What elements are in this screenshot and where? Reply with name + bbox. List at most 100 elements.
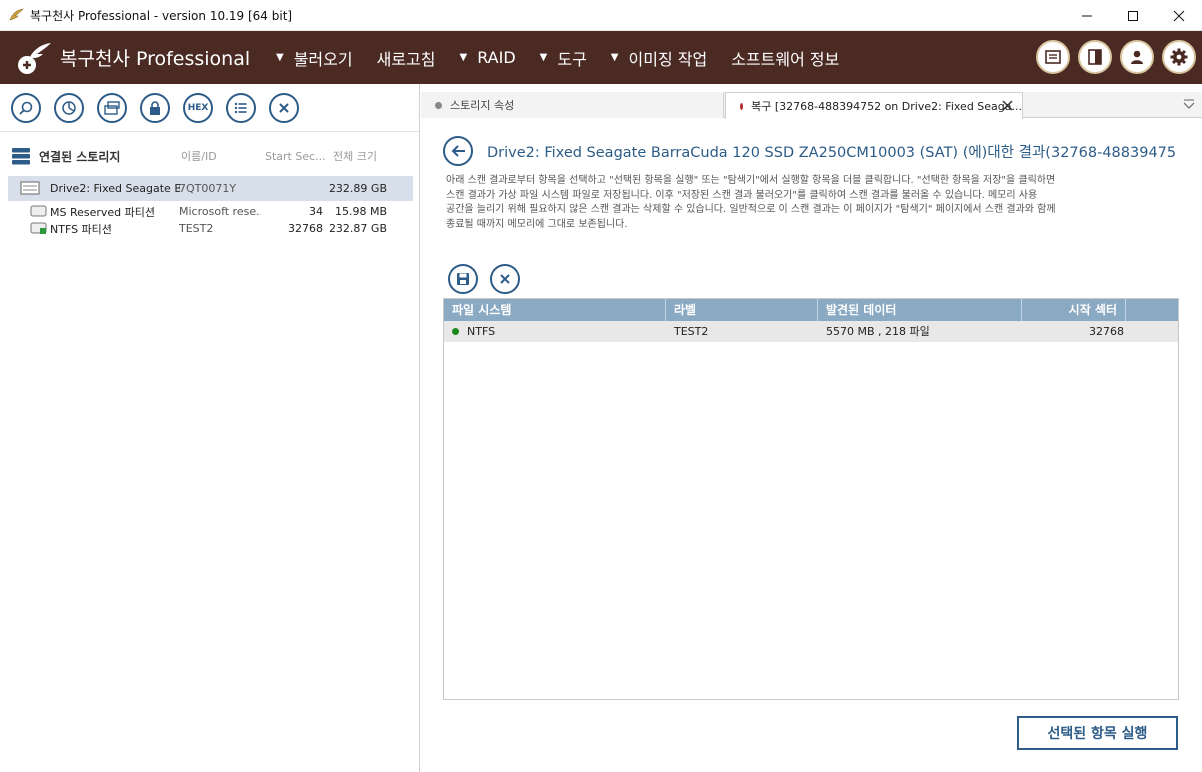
delete-results-button[interactable]: [490, 264, 520, 294]
close-storage-button[interactable]: [269, 92, 299, 123]
partition-size: 232.87 GB: [328, 222, 387, 235]
save-icon: [457, 273, 469, 285]
lock-button[interactable]: [140, 92, 170, 123]
tab-storage-properties[interactable]: 스토리지 속성: [421, 92, 724, 118]
column-header-start[interactable]: Start Sec...: [265, 150, 333, 163]
menu-raid[interactable]: ▼ RAID: [459, 48, 515, 67]
tab-close-icon[interactable]: [1001, 99, 1014, 112]
pie-chart-icon: [62, 100, 76, 115]
storage-list-header: 연결된 스토리지 이름/ID Start Sec... 전체 크기: [11, 146, 411, 166]
partition-name: MS Reserved 파티션: [50, 205, 156, 219]
window-controls: [1064, 0, 1202, 31]
brand: 복구천사 Professional: [14, 39, 276, 77]
result-actions: [448, 264, 532, 294]
layout-icon: [1088, 49, 1102, 65]
menu-tools-label: 도구: [557, 49, 587, 69]
menu-open[interactable]: ▼ 불러오기: [276, 46, 353, 70]
run-selected-button[interactable]: 선택된 항목 실행: [1017, 716, 1178, 750]
brand-logo-icon: [18, 42, 51, 74]
device-size: 232.89 GB: [328, 182, 387, 195]
results-table: 파일 시스템 라벨 발견된 데이터 시작 섹터 NTFS TEST2 5570 …: [443, 298, 1179, 700]
tab-bar: 스토리지 속성 복구 [32768-488394752 on Drive2: F…: [421, 92, 1202, 119]
tab-recovery[interactable]: 복구 [32768-488394752 on Drive2: Fixed Sea…: [725, 92, 1023, 119]
menu-open-label: 불러오기: [293, 49, 353, 69]
app-wing-icon: [9, 8, 24, 21]
user-button[interactable]: [1120, 40, 1154, 74]
partition-icon: [30, 205, 47, 217]
main-menu: ▼ 불러오기 새로고침 ▼ RAID ▼ 도구 ▼ 이미징 작업 소프트웨어 정보: [276, 46, 863, 70]
status-dot-icon: [452, 328, 459, 335]
menu-tools[interactable]: ▼ 도구: [540, 46, 587, 70]
result-title: Drive2: Fixed Seagate BarraCuda 120 SSD …: [487, 144, 1177, 161]
settings-button[interactable]: [1162, 40, 1196, 74]
maximize-icon: [1128, 10, 1138, 21]
table-row[interactable]: NTFS TEST2 5570 MB , 218 파일 32768: [444, 321, 1178, 342]
minimize-icon: [1082, 15, 1092, 16]
device-name: Drive2: Fixed Seagate B...: [50, 182, 180, 195]
close-icon: [500, 274, 510, 284]
layout-button[interactable]: [1078, 40, 1112, 74]
partition-row[interactable]: MS Reserved 파티션 Microsoft rese... 34 15.…: [8, 203, 413, 220]
partition-start: 32768: [288, 222, 323, 235]
cell-label: TEST2: [674, 325, 709, 338]
save-results-button[interactable]: [448, 264, 478, 294]
description-line: 종료될 때까지 메모리에 그대로 보존됩니다.: [446, 218, 628, 230]
menu-imaging[interactable]: ▼ 이미징 작업: [611, 46, 707, 70]
partition-id: TEST2: [179, 222, 214, 235]
storage-panel: HEX 연결된 스토리지 이름/ID Start Sec... 전체 크기 Dr…: [0, 84, 420, 772]
filesystem-value: NTFS: [467, 325, 496, 338]
tab-status-dot: [740, 102, 744, 110]
settings-icon: [1170, 48, 1188, 66]
menu-imaging-label: 이미징 작업: [628, 49, 708, 69]
disk-image-button[interactable]: [97, 92, 127, 123]
description-line: 스캔 결과가 가상 파일 시스템 파일로 저장됩니다. 이후 "저장된 스캔 결…: [446, 189, 1038, 201]
close-window-button[interactable]: [1156, 0, 1202, 31]
menu-about-label: 소프트웨어 정보: [731, 49, 840, 69]
disk-image-icon: [104, 100, 120, 115]
result-header: Drive2: Fixed Seagate BarraCuda 120 SSD …: [443, 136, 1183, 166]
window-title: 복구천사 Professional - version 10.19 [64 bi…: [30, 8, 293, 23]
partition-name: NTFS 파티션: [50, 222, 112, 236]
column-header-found-data[interactable]: 발견된 데이터: [818, 299, 1022, 321]
storage-toolbar: HEX: [0, 84, 419, 132]
tab-menu-icon[interactable]: [1182, 98, 1196, 110]
dropdown-caret-icon: ▼: [459, 52, 468, 63]
device-id: 7QT0071Y: [179, 182, 237, 195]
minimize-button[interactable]: [1064, 0, 1110, 31]
brand-name: 복구천사 Professional: [60, 48, 251, 70]
description-line: 아래 스캔 결과로부터 항목을 선택하고 "선택된 항목을 실행" 또는 "탐색…: [446, 175, 1056, 186]
hex-button[interactable]: HEX: [183, 92, 213, 123]
dropdown-caret-icon: ▼: [539, 52, 548, 63]
dropdown-caret-icon: ▼: [276, 52, 284, 63]
menu-raid-label: RAID: [477, 48, 516, 67]
menu-refresh[interactable]: 새로고침: [377, 46, 436, 70]
storage-list-title: 연결된 스토리지: [39, 149, 121, 164]
menu-refresh-label: 새로고침: [376, 49, 436, 69]
back-button[interactable]: [443, 136, 473, 166]
partition-row[interactable]: NTFS 파티션 TEST2 32768 232.87 GB: [8, 220, 413, 237]
table-header: 파일 시스템 라벨 발견된 데이터 시작 섹터: [444, 299, 1178, 321]
results-panel: 스토리지 속성 복구 [32768-488394752 on Drive2: F…: [421, 84, 1202, 772]
storage-stack-icon: [12, 148, 30, 165]
partition-start: 34: [309, 205, 323, 218]
maximize-button[interactable]: [1110, 0, 1156, 31]
menu-about[interactable]: 소프트웨어 정보: [731, 46, 839, 70]
list-button[interactable]: [226, 92, 256, 123]
column-header-id[interactable]: 이름/ID: [181, 148, 265, 164]
column-header-start-sector[interactable]: 시작 섹터: [1022, 299, 1126, 321]
search-button[interactable]: [11, 92, 41, 123]
description-line: 공간을 늘리기 위해 필요하지 않은 스캔 결과는 삭제할 수 있습니다. 일반…: [446, 204, 1056, 215]
column-header-filler: [1126, 299, 1178, 321]
tab-label: 스토리지 속성: [450, 99, 515, 112]
column-header-size[interactable]: 전체 크기: [333, 148, 377, 164]
user-icon: [1131, 50, 1143, 64]
partition-size: 15.98 MB: [334, 205, 387, 218]
dropdown-caret-icon: ▼: [610, 52, 619, 63]
column-header-filesystem[interactable]: 파일 시스템: [444, 299, 666, 321]
close-icon: [1173, 10, 1185, 21]
scan-button[interactable]: [54, 92, 84, 123]
column-header-label[interactable]: 라벨: [666, 299, 818, 321]
device-row[interactable]: Drive2: Fixed Seagate B... 7QT0071Y 232.…: [8, 176, 413, 201]
cell-filesystem: NTFS: [444, 321, 666, 342]
panel-button[interactable]: [1036, 40, 1070, 74]
